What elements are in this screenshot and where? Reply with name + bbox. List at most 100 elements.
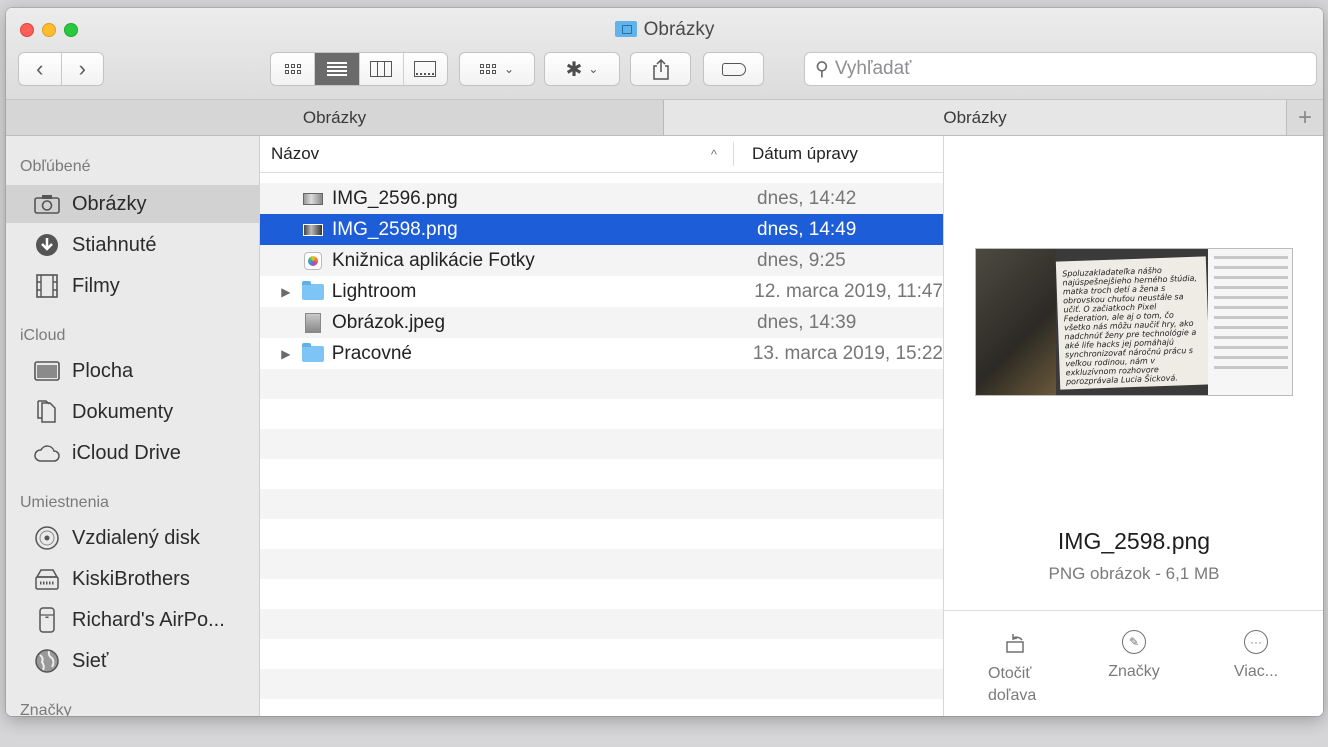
back-button[interactable]: ‹ [19, 53, 62, 85]
sidebar-item-label: Obrázky [72, 192, 147, 215]
preview-file-info: PNG obrázok - 6,1 MB [1048, 564, 1220, 583]
tab-bar: Obrázky Obrázky + [6, 100, 1323, 136]
share-button[interactable] [630, 52, 691, 86]
file-name: Knižnica aplikácie Fotky [332, 249, 535, 271]
sidebar-item-airpods[interactable]: Richard's AirPo... [6, 601, 260, 639]
chevron-down-icon: ⌄ [503, 62, 515, 76]
file-date: 13. marca 2019, 15:22 [752, 342, 943, 364]
disclosure-triangle-icon[interactable]: ▶ [260, 347, 302, 361]
file-name: IMG_2596.png [332, 187, 458, 209]
desktop-icon [34, 359, 60, 383]
tab-obrazky-2[interactable]: Obrázky [664, 100, 1286, 135]
sidebar-item-siet[interactable]: Sieť [6, 642, 260, 680]
file-row-photos-library[interactable]: Knižnica aplikácie Fotky dnes, 9:25 [260, 245, 943, 276]
folder-icon [301, 342, 324, 363]
icon-view-button[interactable] [271, 53, 316, 85]
sidebar-item-label: Stiahnuté [72, 233, 157, 256]
gear-icon: ✱ [565, 58, 583, 81]
sidebar-item-dokumenty[interactable]: Dokumenty [6, 393, 260, 431]
sidebar-item-kiskibrothers[interactable]: KiskiBrothers [6, 560, 260, 598]
search-input[interactable] [834, 58, 1295, 80]
column-headers: Názov ^ Dátum úpravy [260, 136, 943, 173]
file-name: Lightroom [331, 280, 417, 302]
name-column-label: Názov [271, 144, 320, 163]
pictures-folder-icon [614, 21, 637, 37]
sidebar-item-label: Richard's AirPo... [72, 608, 225, 631]
file-list: Názov ^ Dátum úpravy IMG_2596.png dnes, … [260, 136, 943, 716]
share-icon [652, 58, 669, 80]
icon-grid-icon [284, 64, 301, 74]
sidebar-item-label: KiskiBrothers [72, 567, 190, 590]
png-file-icon [302, 190, 324, 208]
file-name: Pracovné [331, 342, 412, 364]
tags-button[interactable] [703, 52, 764, 86]
navigation-group: ‹ › [18, 52, 104, 86]
more-icon: ··· [1243, 629, 1269, 655]
file-row-lightroom[interactable]: ▶ Lightroom 12. marca 2019, 11:47 [260, 276, 943, 307]
document-icon [34, 400, 60, 424]
tag-icon [721, 62, 746, 76]
date-column-header[interactable]: Dátum úpravy [734, 144, 858, 164]
sidebar-item-label: Dokumenty [72, 400, 174, 423]
file-row-img-2596[interactable]: IMG_2596.png dnes, 14:42 [260, 183, 943, 214]
sidebar-item-plocha[interactable]: Plocha [6, 352, 260, 390]
group-by-button[interactable]: ⌄ [459, 52, 535, 86]
sidebar-heading-icloud: iCloud [20, 327, 66, 344]
file-date: dnes, 14:42 [757, 187, 857, 209]
sidebar-item-label: Filmy [72, 274, 120, 297]
preview-pane: Spoluzakladateľka nášho najúspešnejšieho… [943, 136, 1323, 716]
name-column-header[interactable]: Názov ^ [260, 142, 734, 166]
more-label: Viac... [1233, 663, 1279, 680]
sidebar-item-stiahnute[interactable]: Stiahnuté [6, 226, 260, 264]
sidebar-item-label: iCloud Drive [72, 441, 181, 464]
markup-label: Značky [1108, 663, 1160, 680]
group-grid-icon [479, 64, 496, 74]
sidebar-item-label: Sieť [72, 649, 109, 672]
column-view-button[interactable] [360, 53, 404, 85]
chevron-down-icon: ⌄ [588, 62, 599, 76]
airpods-case-icon [34, 607, 60, 633]
network-drive-icon [34, 567, 60, 591]
preview-thumbnail: Spoluzakladateľka nášho najúspešnejšieho… [975, 248, 1293, 396]
window-title-text: Obrázky [643, 19, 715, 40]
view-mode-group [270, 52, 448, 86]
file-name: Obrázok.jpeg [332, 311, 446, 333]
gallery-icon [414, 61, 437, 77]
forward-button[interactable]: › [62, 53, 104, 85]
file-row-obrazok-jpeg[interactable]: Obrázok.jpeg dnes, 14:39 [260, 307, 943, 338]
file-row-img-2598[interactable]: IMG_2598.png dnes, 14:49 [260, 214, 943, 245]
sidebar-item-vzdialeny-disk[interactable]: Vzdialený disk [6, 519, 260, 557]
sidebar-item-filmy[interactable]: Filmy [6, 267, 260, 305]
download-icon [34, 233, 60, 257]
file-date: dnes, 14:39 [757, 311, 857, 333]
photos-library-icon [302, 251, 324, 270]
sidebar-item-icloud-drive[interactable]: iCloud Drive [6, 434, 260, 472]
sidebar-item-obrazky[interactable]: Obrázky [6, 185, 260, 223]
rotate-left-label: Otočiť doľava [988, 665, 1037, 704]
tab-obrazky-1[interactable]: Obrázky [6, 100, 664, 135]
film-icon [34, 274, 60, 298]
file-date: 12. marca 2019, 11:47 [754, 280, 943, 302]
file-row-pracovne[interactable]: ▶ Pracovné 13. marca 2019, 15:22 [260, 338, 943, 369]
disclosure-triangle-icon[interactable]: ▶ [260, 285, 302, 299]
list-view-button[interactable] [315, 53, 360, 85]
disc-icon [34, 526, 60, 550]
file-name: IMG_2598.png [332, 218, 458, 240]
markup-icon: ✎ [1121, 629, 1147, 655]
list-icon [326, 62, 347, 76]
file-date: dnes, 9:25 [757, 249, 846, 271]
file-date: dnes, 14:49 [757, 218, 857, 240]
rotate-left-button[interactable]: Otočiť doľava [966, 629, 1066, 707]
search-icon: ⚲ [815, 58, 829, 80]
camera-icon [34, 192, 60, 216]
new-tab-button[interactable]: + [1286, 100, 1323, 135]
window-title: Obrázky [6, 19, 1323, 41]
action-button[interactable]: ✱ ⌄ [544, 52, 620, 86]
search-field[interactable]: ⚲ [804, 52, 1317, 86]
markup-button[interactable]: ✎ Značky [1084, 629, 1184, 681]
gallery-view-button[interactable] [404, 53, 447, 85]
folder-icon [301, 280, 324, 301]
png-file-icon [302, 221, 324, 239]
sidebar-heading-locations: Umiestnenia [20, 494, 109, 511]
more-button[interactable]: ··· Viac... [1206, 629, 1306, 681]
